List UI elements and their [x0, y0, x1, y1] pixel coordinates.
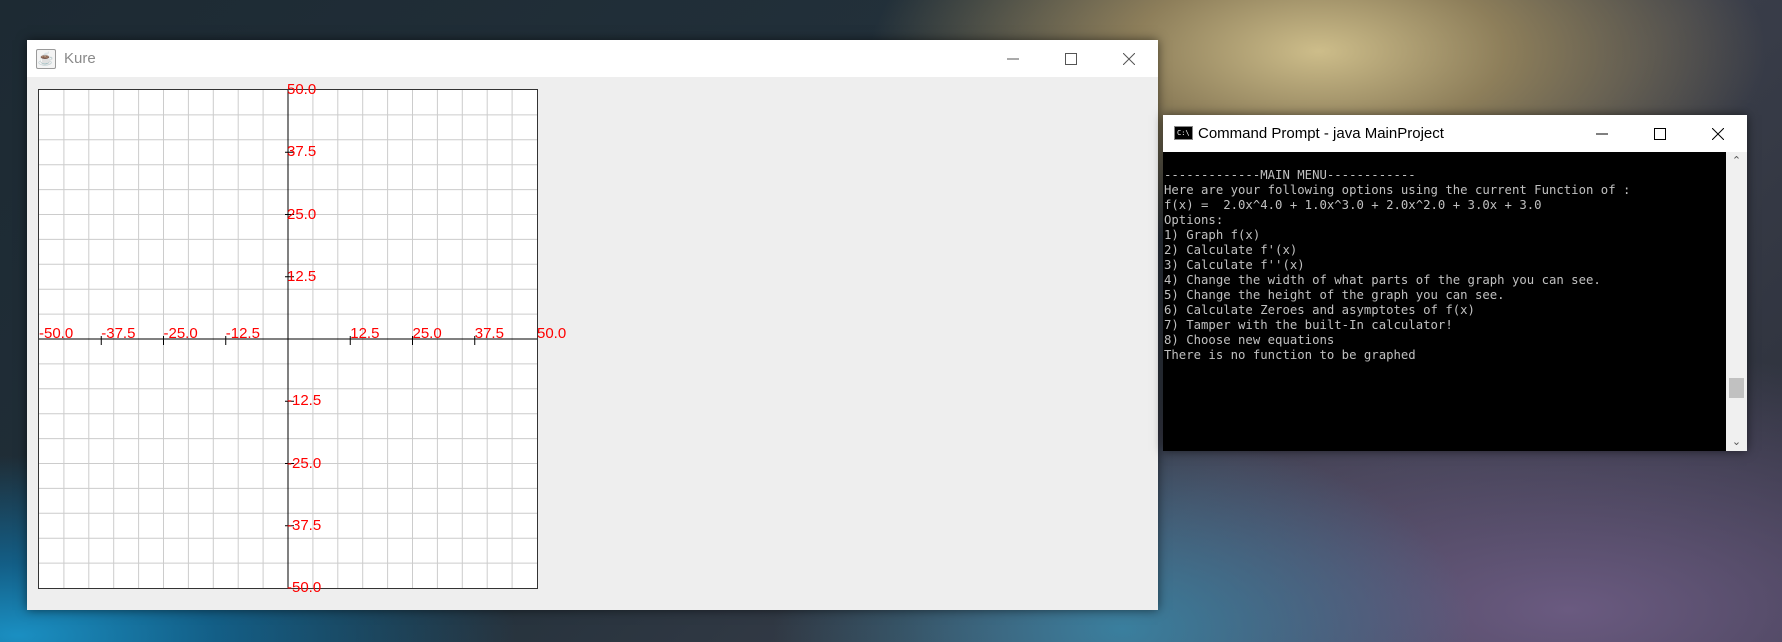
x-tick-label: 50.0 [537, 325, 567, 342]
kure-titlebar[interactable]: ☕ Kure [27, 40, 1158, 77]
cmd-maximize-button[interactable] [1631, 115, 1689, 152]
kure-window-title: Kure [64, 50, 96, 67]
y-tick-label: 37.5 [287, 143, 317, 161]
x-tick-label: 37.5 [474, 325, 504, 342]
x-tick-label: 25.0 [412, 325, 442, 342]
x-tick-label: -37.5 [101, 325, 136, 342]
console-line: 7) Tamper with the built-In calculator! [1164, 318, 1453, 332]
y-tick-label: -12.5 [287, 392, 322, 410]
kure-window: ☕ Kure -50.0 -37.5 -25.0 -12.5 12.5 25.0 37.5 5… [27, 40, 1158, 610]
console-line: f(x) = 2.0x^4.0 + 1.0x^3.0 + 2.0x^2.0 + … [1164, 198, 1542, 212]
console-line: 8) Choose new equations [1164, 333, 1335, 347]
console-line: 5) Change the height of the graph you ca… [1164, 288, 1505, 302]
y-tick-label: 12.5 [287, 267, 317, 285]
close-icon [1123, 52, 1135, 65]
scroll-thumb[interactable] [1729, 378, 1744, 398]
close-button[interactable] [1100, 40, 1158, 77]
console-line: 3) Calculate f''(x) [1164, 258, 1305, 272]
x-tick-label: -50.0 [39, 325, 74, 342]
console-output[interactable]: -------------MAIN MENU------------ Here a… [1164, 168, 1724, 363]
cmd-minimize-button[interactable] [1573, 115, 1631, 152]
y-tick-label: 25.0 [287, 205, 317, 223]
y-tick-label: -50.0 [287, 579, 322, 596]
x-tick-label: -12.5 [225, 325, 260, 342]
console-line: There is no function to be graphed [1164, 348, 1416, 362]
console-line: Options: [1164, 213, 1224, 227]
cmd-close-button[interactable] [1689, 115, 1747, 152]
java-app-icon: ☕ [36, 49, 56, 69]
cmd-titlebar[interactable]: C:\ Command Prompt - java MainProject [1163, 115, 1747, 152]
x-tick-label: 12.5 [350, 325, 380, 342]
console-line: -------------MAIN MENU------------ [1164, 168, 1416, 182]
cmd-window-title: Command Prompt - java MainProject [1198, 125, 1444, 142]
console-line: 4) Change the width of what parts of the… [1164, 273, 1601, 287]
console-line: Here are your following options using th… [1164, 183, 1631, 197]
minimize-icon [1596, 133, 1608, 134]
scroll-up-icon[interactable]: ⌃ [1726, 152, 1747, 170]
scroll-down-icon[interactable]: ⌄ [1726, 433, 1747, 451]
maximize-button[interactable] [1042, 40, 1100, 77]
x-tick-label: -25.0 [163, 325, 198, 342]
y-tick-label: -37.5 [287, 516, 322, 534]
y-tick-label: -25.0 [287, 454, 322, 472]
maximize-icon [1065, 52, 1077, 65]
minimize-button[interactable] [984, 40, 1042, 77]
command-prompt-icon: C:\ [1174, 126, 1193, 140]
command-prompt-window: C:\ Command Prompt - java MainProject --… [1163, 115, 1747, 451]
console-line: 1) Graph f(x) [1164, 228, 1261, 242]
y-tick-label: 50.0 [287, 81, 317, 98]
console-scrollbar[interactable]: ⌃ ⌄ [1726, 152, 1747, 451]
close-icon [1712, 127, 1724, 140]
console-line: 6) Calculate Zeroes and asymptotes of f(… [1164, 303, 1475, 317]
minimize-icon [1007, 58, 1019, 59]
maximize-icon [1654, 127, 1666, 140]
console-line: 2) Calculate f'(x) [1164, 243, 1298, 257]
